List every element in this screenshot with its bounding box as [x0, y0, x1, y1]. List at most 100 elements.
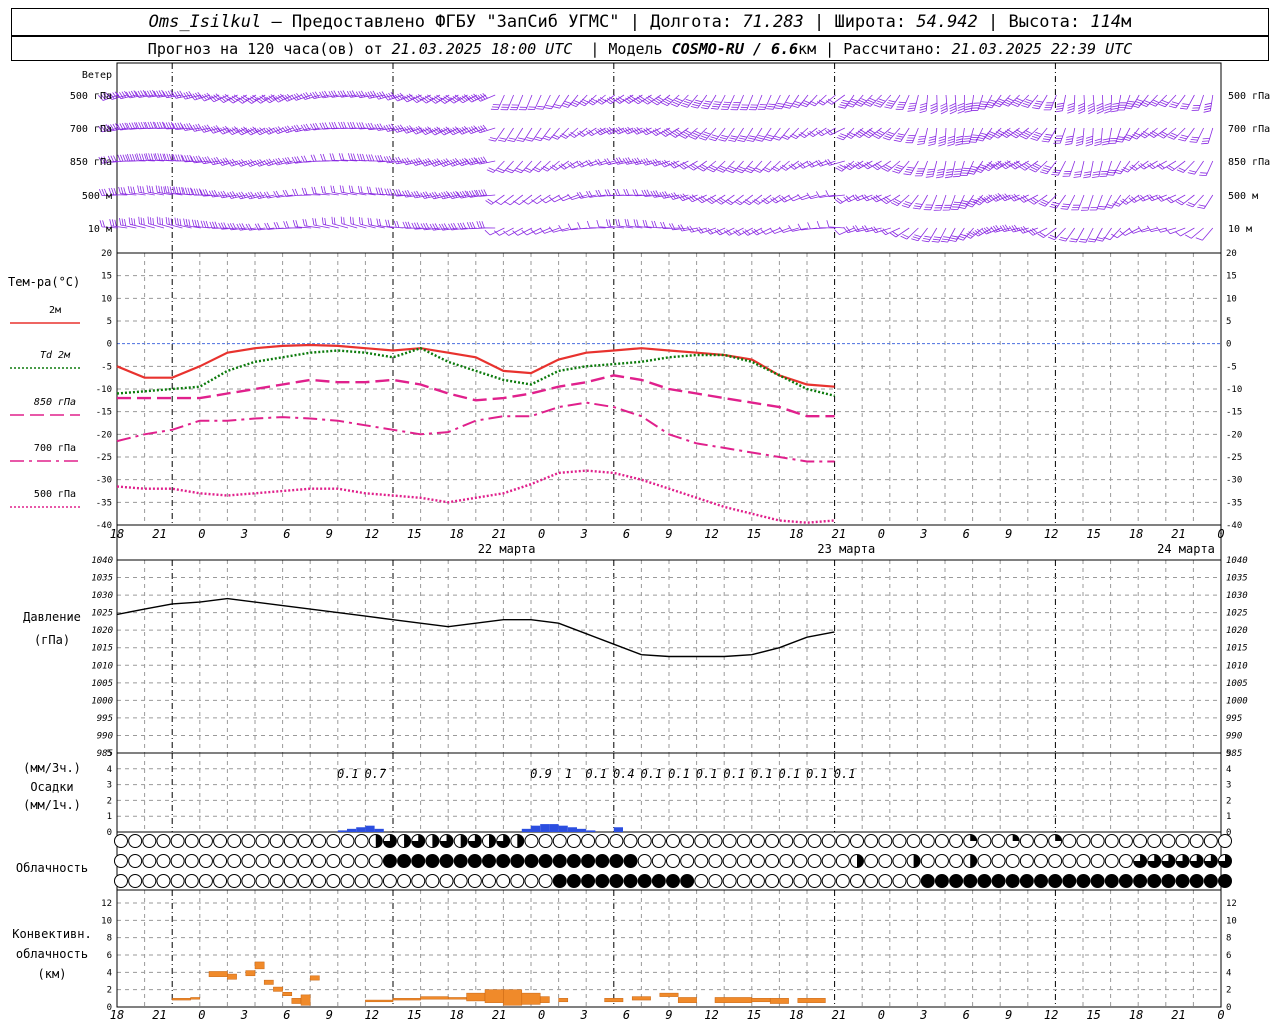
- cloud-circle: [991, 854, 1006, 868]
- hour-label-bottom: 3: [579, 1008, 587, 1022]
- pressure-tick-right: 1010: [1226, 661, 1248, 671]
- cloud-circle: [1104, 834, 1119, 848]
- cloud-circle: [750, 874, 765, 888]
- cloud-circle: [835, 874, 850, 888]
- cloud-circle: [1048, 874, 1063, 888]
- cloud-circle: [128, 874, 143, 888]
- precip-tick-right: 0: [1226, 828, 1231, 838]
- pressure-tick-right: 1015: [1226, 644, 1248, 654]
- pressure-tick-left: 1035: [91, 574, 113, 584]
- temp-tick-right: -15: [1226, 408, 1242, 418]
- wind-level-label-right: 500 м: [1228, 191, 1258, 202]
- cloud-circle: [666, 854, 680, 868]
- cloud-circle: [354, 874, 369, 888]
- pressure-tick-left: 1010: [91, 661, 113, 671]
- cloud-circle: [156, 854, 171, 868]
- cloud-circle: [524, 834, 539, 848]
- precip-bar: [558, 825, 568, 832]
- cloud-circle: [637, 854, 652, 868]
- cloud-circle: [878, 834, 893, 848]
- conv-tick-right: 4: [1226, 968, 1231, 978]
- convective-bar: [208, 971, 228, 977]
- cloud-panel: [114, 834, 1232, 888]
- hour-label-bottom: 6: [623, 1008, 630, 1022]
- convective-bar: [447, 997, 467, 1000]
- temp-tick-right: -35: [1226, 498, 1242, 508]
- cloud-circle: [128, 854, 143, 868]
- cloud-circle: [1118, 874, 1133, 888]
- cloud-circle: [750, 854, 765, 868]
- hour-label-bottom: 15: [747, 1008, 761, 1022]
- cloud-circle: [807, 834, 822, 848]
- hour-label-bottom: 6: [283, 1008, 290, 1022]
- hour-label-bottom: 9: [665, 1008, 672, 1022]
- precip-tick-right: 5: [1226, 749, 1231, 759]
- cloud-circle: [467, 854, 482, 868]
- cloud-circle: [892, 854, 907, 868]
- cloud-circle: [1218, 874, 1232, 888]
- cloud-circle: [213, 834, 228, 848]
- precip-bar: [577, 828, 587, 832]
- temp-tick-left: -35: [96, 498, 112, 508]
- temp-legend-label: 2м: [49, 305, 61, 316]
- cloud-circle: [878, 874, 893, 888]
- cloud-circle: [283, 834, 298, 848]
- hour-label-bottom: 18: [1129, 1008, 1143, 1022]
- hour-label-temp: 12: [704, 527, 718, 541]
- convective-bar: [309, 975, 320, 981]
- cloud-circle: [765, 854, 780, 868]
- cloud-fill: [432, 834, 439, 848]
- convective-bar: [190, 997, 201, 1000]
- hour-label-bottom: 18: [110, 1008, 124, 1022]
- hour-label-temp: 6: [963, 527, 970, 541]
- cloud-circle: [1104, 874, 1119, 888]
- hour-label-bottom: 0: [538, 1008, 545, 1022]
- cloud-circle: [892, 874, 907, 888]
- cloud-circle: [934, 854, 949, 868]
- hour-label-temp: 6: [623, 527, 630, 541]
- conv-tick-left: 2: [107, 986, 112, 996]
- temp-title: Тем-ра(°C): [8, 275, 80, 289]
- hour-label-bottom: 12: [704, 1008, 718, 1022]
- cloud-fill: [970, 854, 977, 868]
- precip-unit-3h: (мм/3ч.): [23, 761, 81, 775]
- hour-label-temp: 18: [449, 527, 463, 541]
- hour-label-bottom: 21: [1171, 1008, 1185, 1022]
- cloud-circle: [949, 874, 964, 888]
- hour-label-temp: 9: [1005, 527, 1012, 541]
- cloud-circle: [312, 854, 327, 868]
- cloud-circle: [595, 874, 610, 888]
- temp-tick-left: 0: [107, 340, 112, 350]
- temp-tick-left: -15: [96, 408, 112, 418]
- convective-bar: [503, 989, 523, 1006]
- temp-legend-label: 850 гПа: [34, 397, 76, 408]
- cloud-circle: [1076, 874, 1091, 888]
- temp-tick-right: -30: [1226, 476, 1242, 486]
- precip-bar: [374, 828, 384, 832]
- cloud-circle: [736, 874, 751, 888]
- cloud-circle: [609, 834, 624, 848]
- cloud-circle: [156, 834, 171, 848]
- precip-tick-right: 2: [1226, 796, 1231, 806]
- cloud-circle: [354, 854, 369, 868]
- conv-unit: (км): [38, 967, 67, 981]
- cloud-circle: [198, 834, 213, 848]
- cloud-circle: [1189, 834, 1204, 848]
- hour-label-bottom: 0: [1217, 1008, 1224, 1022]
- cloud-circle: [779, 834, 794, 848]
- pressure-tick-right: 1000: [1226, 696, 1248, 706]
- cloud-circle: [623, 854, 638, 868]
- cloud-circle: [312, 874, 327, 888]
- cloud-circle: [439, 874, 454, 888]
- cloud-circle: [835, 834, 850, 848]
- hour-label-bottom: 0: [878, 1008, 885, 1022]
- cloud-circle: [1133, 834, 1148, 848]
- cloud-circle: [821, 874, 836, 888]
- hour-label-bottom: 3: [240, 1008, 248, 1022]
- cloud-circle: [581, 874, 596, 888]
- cloud-circle: [1062, 834, 1077, 848]
- cloud-fill: [1012, 834, 1020, 841]
- cloud-circle: [708, 874, 723, 888]
- pressure-tick-right: 990: [1226, 731, 1242, 741]
- temp-tick-right: 10: [1226, 294, 1237, 304]
